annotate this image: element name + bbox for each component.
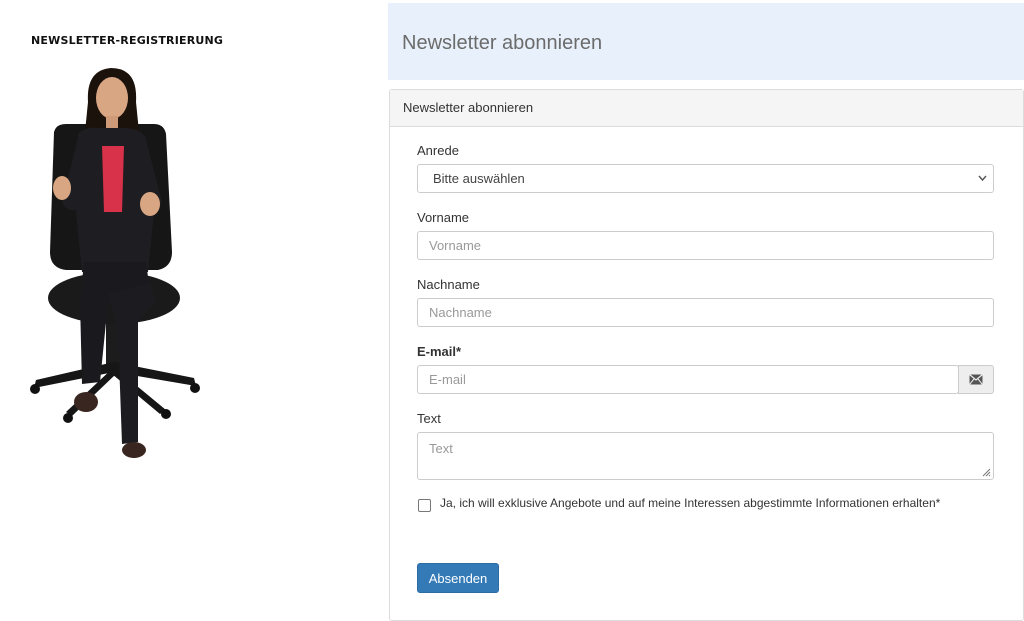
- newsletter-form-panel: Newsletter abonnieren Anrede Bitte auswä…: [389, 89, 1024, 621]
- panel-heading: Newsletter abonnieren: [390, 90, 1023, 127]
- page-header: Newsletter abonnieren: [388, 3, 1024, 80]
- page-title: Newsletter abonnieren: [402, 32, 603, 54]
- left-column: NEWSLETTER-REGISTRIERUNG: [0, 0, 388, 611]
- email-input[interactable]: E-mail: [417, 365, 959, 394]
- nachname-input[interactable]: Nachname: [417, 298, 994, 327]
- submit-button[interactable]: Absenden: [417, 563, 499, 593]
- consent-label: Ja, ich will exklusive Angebote und auf …: [440, 496, 941, 510]
- chevron-down-icon: [978, 165, 987, 203]
- sidebar-title: NEWSLETTER-REGISTRIERUNG: [31, 34, 224, 47]
- vorname-label: Vorname: [417, 210, 470, 225]
- envelope-icon: [958, 365, 994, 394]
- text-placeholder: Text: [429, 441, 453, 456]
- email-label: E-mail*: [417, 344, 462, 359]
- text-textarea[interactable]: Text: [417, 432, 994, 480]
- nachname-label: Nachname: [417, 277, 480, 292]
- anrede-select[interactable]: Bitte auswählen: [417, 164, 994, 193]
- text-label: Text: [417, 411, 441, 426]
- anrede-select-value: Bitte auswählen: [433, 171, 525, 186]
- vorname-input[interactable]: Vorname: [417, 231, 994, 260]
- resize-handle-icon[interactable]: [981, 467, 991, 477]
- person-image: [30, 68, 200, 458]
- consent-checkbox[interactable]: [418, 499, 431, 512]
- anrede-label: Anrede: [417, 143, 459, 158]
